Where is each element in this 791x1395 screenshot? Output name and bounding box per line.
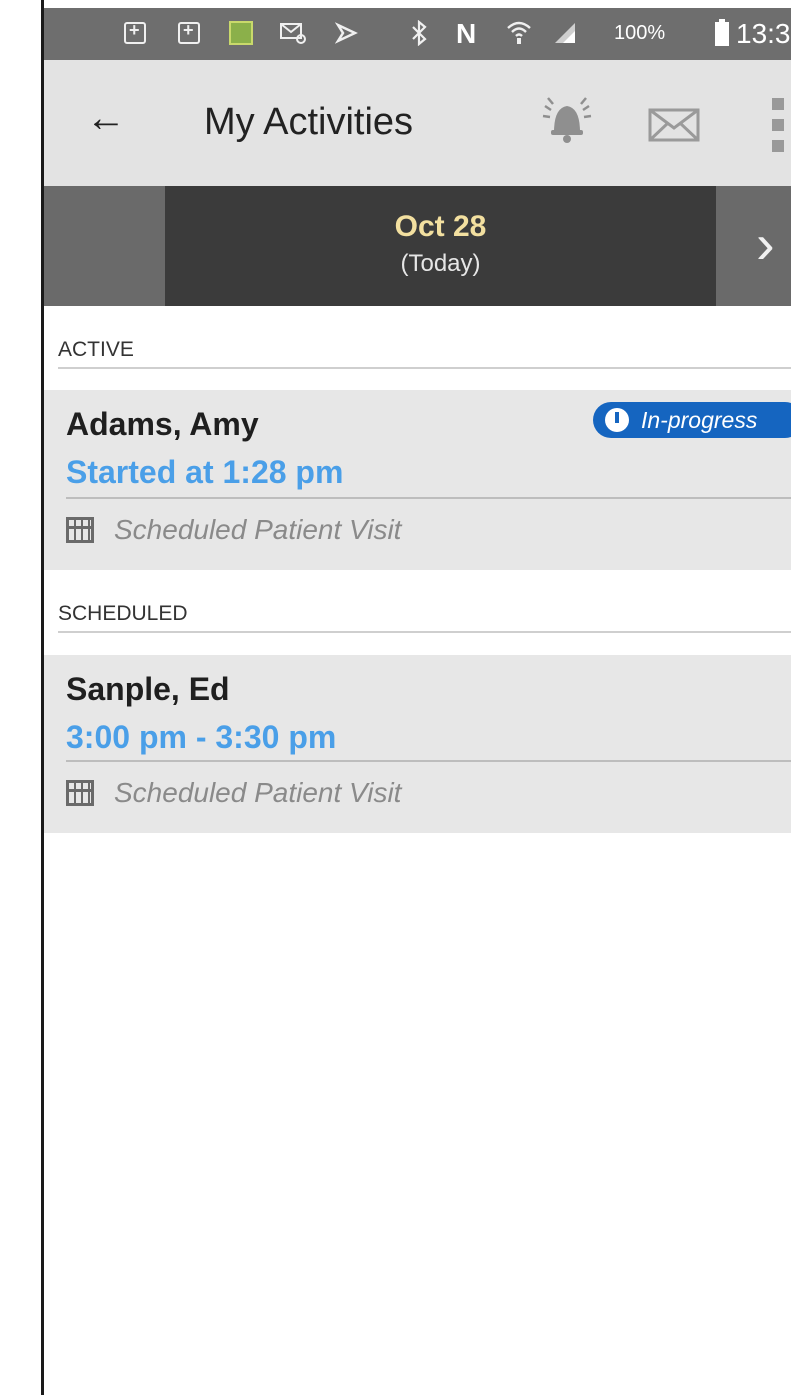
activity-type: Scheduled Patient Visit	[66, 514, 401, 546]
nfc-icon: N	[456, 18, 477, 49]
page-title: My Activities	[204, 101, 414, 143]
activity-time: 3:00 pm - 3:30 pm	[66, 719, 337, 755]
section-header-scheduled: SCHEDULED	[58, 602, 188, 625]
status-badge: In-progress	[593, 402, 791, 438]
mail-icon[interactable]	[648, 108, 700, 142]
wifi-icon	[506, 20, 532, 46]
list-item-scheduled-1[interactable]: Sanple, Ed 3:00 pm - 3:30 pm Scheduled P…	[44, 655, 791, 833]
app-bar: ← My Activities	[44, 60, 791, 188]
back-arrow-icon[interactable]: ←	[86, 98, 126, 138]
status-bar: N 100% 13:3	[44, 8, 791, 60]
overflow-menu-icon[interactable]	[772, 98, 786, 160]
bluetooth-icon	[406, 20, 432, 46]
current-date-panel[interactable]: Oct 28 (Today)	[165, 186, 716, 306]
battery-icon	[715, 19, 729, 46]
flag-notification-icon	[334, 20, 360, 46]
activity-type: Scheduled Patient Visit	[66, 777, 401, 809]
notification-add-icon-2	[176, 20, 202, 46]
status-badge-label: In-progress	[641, 406, 758, 433]
date-navigation: Oct 28 (Today) ›	[44, 186, 791, 306]
activity-type-label: Scheduled Patient Visit	[114, 777, 402, 808]
card-divider	[66, 760, 791, 762]
card-divider	[66, 497, 791, 499]
status-time: 13:3	[736, 18, 791, 49]
activity-type-label: Scheduled Patient Visit	[114, 514, 402, 545]
list-item-active-1[interactable]: Adams, Amy In-progress Started at 1:28 p…	[44, 390, 791, 570]
signal-icon	[552, 20, 578, 46]
calendar-icon	[66, 780, 94, 806]
patient-name: Adams, Amy	[66, 406, 259, 442]
battery-percent: 100%	[614, 22, 666, 44]
email-notification-icon	[280, 20, 306, 46]
section-divider	[58, 367, 791, 369]
date-label: Oct 28	[394, 210, 487, 243]
activity-time: Started at 1:28 pm	[66, 454, 344, 490]
left-frame-border	[0, 0, 44, 1395]
phone-screen: N 100% 13:3 ← My Activities	[44, 8, 791, 1395]
patient-name: Sanple, Ed	[66, 671, 230, 707]
gallery-app-icon	[228, 20, 254, 46]
section-header-active: ACTIVE	[58, 338, 134, 361]
section-divider	[58, 631, 791, 633]
date-relative-label: (Today)	[400, 250, 481, 277]
calendar-icon	[66, 517, 94, 543]
clock-icon	[605, 408, 629, 432]
bell-icon[interactable]	[542, 94, 592, 150]
notification-add-icon	[122, 20, 148, 46]
chevron-right-icon[interactable]: ›	[756, 216, 775, 272]
